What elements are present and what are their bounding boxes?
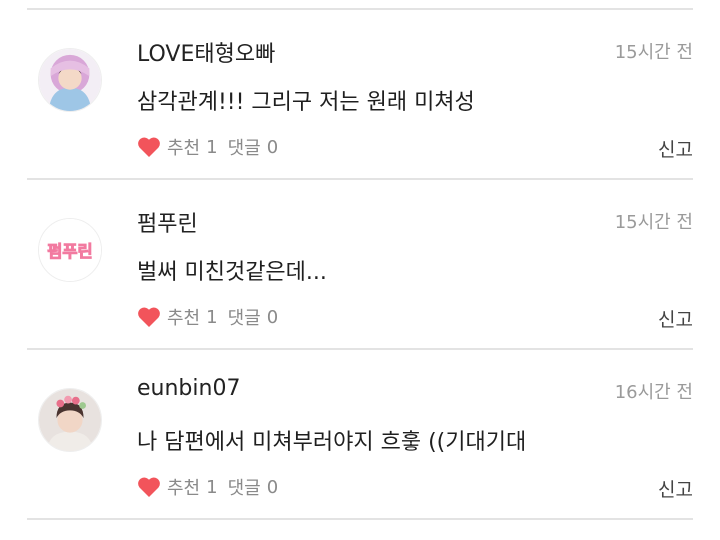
comment-actions: 추천 1 댓글 0: [137, 134, 278, 160]
timestamp: 16시간 전: [614, 382, 693, 403]
reply-label[interactable]: 댓글: [228, 474, 261, 500]
profile-photo-icon[interactable]: [38, 388, 102, 452]
reply-label[interactable]: 댓글: [228, 134, 261, 160]
timestamp: 15시간 전: [614, 42, 693, 63]
like-label[interactable]: 추천: [167, 304, 200, 330]
comment-item: 펌푸린 펌푸린 15시간 전 벌써 미친것같은데... 추천 1 댓글 0 신고: [0, 180, 720, 348]
reply-count: 0: [266, 136, 279, 158]
heart-icon[interactable]: [137, 306, 161, 328]
svg-text:펌푸린: 펌푸린: [47, 242, 92, 261]
report-button[interactable]: 신고: [658, 305, 693, 332]
reply-label[interactable]: 댓글: [228, 304, 261, 330]
report-button[interactable]: 신고: [658, 475, 693, 502]
comment-item: eunbin07 16시간 전 나 담편에서 미쳐부러야지 흐훟 ((기대기대 …: [0, 350, 720, 518]
like-count: 1: [206, 136, 218, 158]
author-name[interactable]: eunbin07: [137, 376, 240, 401]
reply-count: 0: [266, 476, 279, 498]
like-label[interactable]: 추천: [167, 474, 200, 500]
heart-icon[interactable]: [137, 136, 161, 158]
heart-icon[interactable]: [137, 476, 161, 498]
timestamp: 15시간 전: [614, 212, 693, 233]
comment-text: 나 담편에서 미쳐부러야지 흐훟 ((기대기대: [137, 430, 527, 455]
divider: [27, 518, 693, 520]
comment-text: 삼각관계!!! 그리구 저는 원래 미쳐성: [137, 90, 475, 115]
comment-item: LOVE태형오빠 15시간 전 삼각관계!!! 그리구 저는 원래 미쳐성 추천…: [0, 10, 720, 178]
author-name[interactable]: LOVE태형오빠: [137, 36, 275, 68]
report-button[interactable]: 신고: [658, 135, 693, 162]
like-count: 1: [206, 306, 218, 328]
like-label[interactable]: 추천: [167, 134, 200, 160]
comment-actions: 추천 1 댓글 0: [137, 304, 278, 330]
author-name[interactable]: 펌푸린: [137, 206, 198, 238]
reply-count: 0: [266, 306, 279, 328]
comment-text: 벌써 미친것같은데...: [137, 260, 327, 285]
like-count: 1: [206, 476, 218, 498]
logo-text-icon[interactable]: 펌푸린: [38, 218, 102, 282]
profile-photo-icon[interactable]: [38, 48, 102, 112]
comment-actions: 추천 1 댓글 0: [137, 474, 278, 500]
